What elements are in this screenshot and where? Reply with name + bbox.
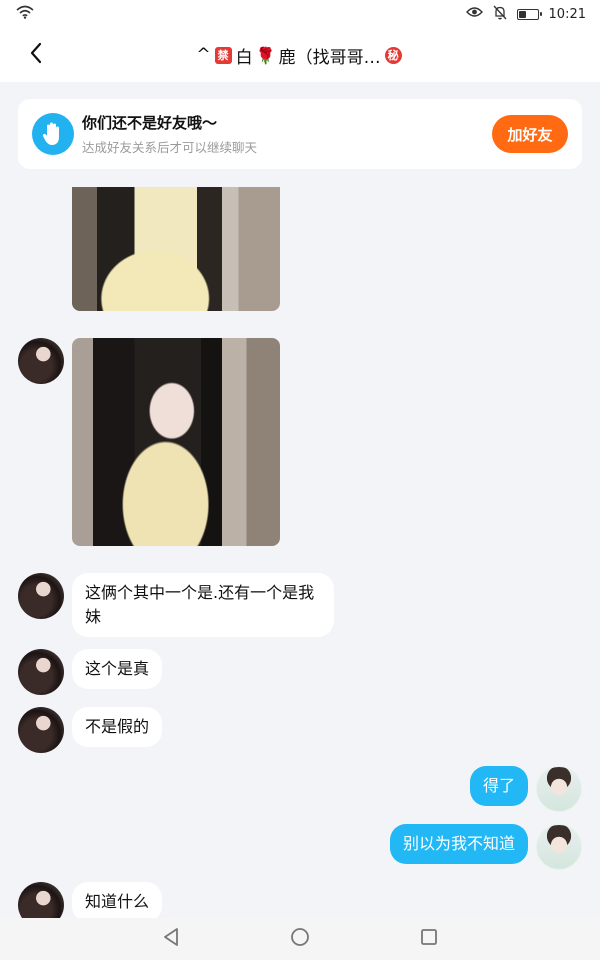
wifi-icon xyxy=(16,5,34,23)
message-bubble[interactable]: 不是假的 xyxy=(72,707,163,747)
chevron-left-icon xyxy=(29,42,43,68)
nav-home-button[interactable] xyxy=(288,927,312,951)
title-name-part1: 白 xyxy=(235,47,253,68)
square-recent-icon xyxy=(420,928,438,950)
avatar[interactable] xyxy=(18,649,64,695)
chat-title: ^ 禁 白 🌹 鹿（找哥哥… 秘 xyxy=(196,43,403,68)
avatar[interactable] xyxy=(18,882,64,918)
bell-off-icon xyxy=(493,5,507,24)
message-bubble[interactable]: 这俩个其中一个是.还有一个是我妹 xyxy=(72,573,334,637)
status-bar: 10:21 xyxy=(0,0,600,28)
not-friends-card: 你们还不是好友哦～ 达成好友关系后才可以继续聊天 加好友 xyxy=(18,99,582,169)
hand-wave-icon xyxy=(32,113,74,155)
circle-home-icon xyxy=(290,927,310,951)
message-list[interactable]: 这俩个其中一个是.还有一个是我妹 这个是真 不是假的 得了 别以为我不知道 知道… xyxy=(0,182,600,918)
avatar[interactable] xyxy=(18,573,64,619)
message-bubble[interactable]: 得了 xyxy=(469,766,528,806)
message-image[interactable] xyxy=(72,187,280,311)
not-friends-title: 你们还不是好友哦～ xyxy=(82,114,218,132)
message-bubble[interactable]: 别以为我不知道 xyxy=(389,824,528,864)
message-bubble[interactable]: 这个是真 xyxy=(72,649,163,689)
title-name-part2: 鹿（找哥哥… xyxy=(278,47,381,68)
back-button[interactable] xyxy=(18,36,54,74)
nav-back-button[interactable] xyxy=(159,927,183,951)
chat-header: ^ 禁 白 🌹 鹿（找哥哥… 秘 xyxy=(0,28,600,82)
avatar[interactable] xyxy=(18,338,64,384)
triangle-back-icon xyxy=(162,927,180,951)
nav-recent-button[interactable] xyxy=(417,927,441,951)
ban-badge: 禁 xyxy=(214,46,232,64)
add-friend-button[interactable]: 加好友 xyxy=(492,115,568,153)
eye-icon xyxy=(465,6,483,22)
title-prefix: ^ xyxy=(196,45,211,65)
message-image[interactable] xyxy=(72,338,280,546)
status-time: 10:21 xyxy=(548,6,586,22)
avatar[interactable] xyxy=(18,707,64,753)
avatar[interactable] xyxy=(536,824,582,870)
system-nav-bar xyxy=(0,918,600,960)
avatar[interactable] xyxy=(536,766,582,812)
message-bubble[interactable]: 知道什么 xyxy=(72,882,163,918)
rose-emoji: 🌹 xyxy=(255,45,276,65)
battery-icon xyxy=(516,8,542,20)
not-friends-subtitle: 达成好友关系后才可以继续聊天 xyxy=(82,140,258,155)
secret-badge: 秘 xyxy=(384,46,402,64)
